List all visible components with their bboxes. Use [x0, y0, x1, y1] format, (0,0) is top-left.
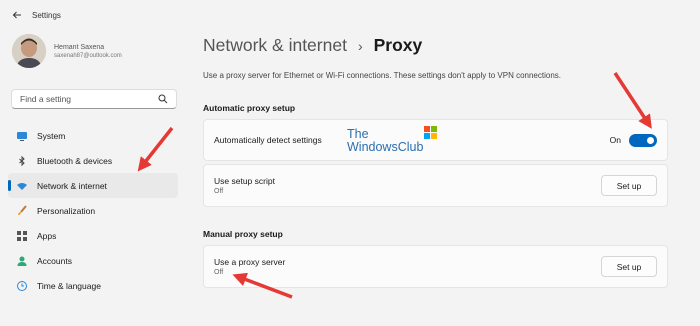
search-icon [158, 94, 168, 104]
windows-logo-icon [424, 126, 438, 139]
section-title-automatic: Automatic proxy setup [203, 103, 296, 113]
bluetooth-icon [16, 155, 28, 167]
app-title: Settings [32, 10, 61, 20]
person-icon [16, 255, 28, 267]
sidebar-nav: System Bluetooth & devices Network & int… [8, 123, 178, 298]
sidebar-item-personalization[interactable]: Personalization [8, 198, 178, 223]
sidebar-item-label: Personalization [37, 205, 96, 216]
settings-window: Settings Hemant Saxena saxenah87@outlook… [0, 0, 700, 326]
page-title: Proxy [373, 35, 423, 55]
back-arrow-icon [12, 11, 21, 19]
sidebar-item-label: Bluetooth & devices [37, 155, 113, 166]
toggle-knob [647, 136, 654, 144]
sidebar-item-time-language[interactable]: Time & language [8, 273, 178, 298]
paintbrush-icon [16, 204, 28, 217]
toggle-state-label: On [609, 135, 621, 145]
watermark-line2: WindowsClub [347, 140, 424, 154]
section-title-manual: Manual proxy setup [203, 229, 283, 239]
proxy-server-row: Use a proxy server Off Set up [203, 245, 668, 288]
detect-settings-toggle-group: On [609, 133, 657, 147]
proxy-server-status: Off [214, 269, 224, 276]
sidebar-item-apps[interactable]: Apps [8, 223, 178, 248]
breadcrumb-parent[interactable]: Network & internet [203, 35, 347, 56]
proxy-server-label: Use a proxy server [214, 257, 286, 267]
detect-settings-label: Automatically detect settings [214, 135, 322, 145]
arrow-to-toggle [613, 72, 652, 129]
sidebar-item-network[interactable]: Network & internet [8, 173, 178, 198]
sidebar-item-system[interactable]: System [8, 123, 178, 148]
setup-script-row: Use setup script Off Set up [203, 164, 668, 207]
profile-name: Hemant Saxena [54, 43, 105, 51]
sidebar-item-bluetooth[interactable]: Bluetooth & devices [8, 148, 178, 173]
setup-script-status: Off [214, 188, 224, 195]
avatar [12, 34, 46, 68]
title-bar: Settings [0, 0, 700, 30]
sidebar-item-label: Apps [37, 230, 57, 241]
breadcrumb-separator: › [357, 37, 363, 54]
wifi-icon [16, 180, 28, 192]
search-input[interactable] [20, 94, 158, 104]
proxy-server-button[interactable]: Set up [601, 256, 657, 277]
watermark-logo: The WindowsClub [347, 126, 438, 154]
apps-grid-icon [16, 230, 28, 242]
search-box[interactable] [11, 89, 177, 109]
sidebar-item-label: Time & language [37, 280, 101, 291]
setup-script-label: Use setup script [214, 176, 275, 186]
profile-email: saxenah87@outlook.com [54, 52, 122, 59]
setup-script-button[interactable]: Set up [601, 175, 657, 196]
detect-settings-toggle[interactable] [629, 133, 657, 147]
page-description: Use a proxy server for Ethernet or Wi-Fi… [203, 71, 561, 80]
sidebar-item-label: System [37, 130, 66, 141]
monitor-icon [16, 130, 28, 142]
sidebar-item-label: Network & internet [37, 180, 107, 191]
breadcrumb: Network & internet › Proxy [203, 35, 422, 56]
sidebar-item-label: Accounts [37, 255, 72, 266]
back-button[interactable] [10, 8, 24, 22]
globe-clock-icon [16, 280, 28, 292]
user-profile[interactable]: Hemant Saxena saxenah87@outlook.com [12, 34, 122, 68]
sidebar-item-accounts[interactable]: Accounts [8, 248, 178, 273]
